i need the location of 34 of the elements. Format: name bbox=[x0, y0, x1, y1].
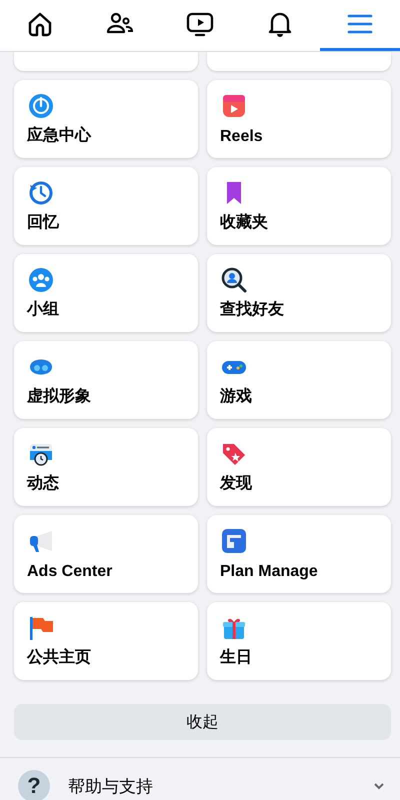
reels-icon bbox=[223, 95, 245, 117]
shortcut-card[interactable]: 生日 bbox=[207, 602, 391, 680]
notifications-icon bbox=[266, 10, 294, 38]
shortcut-card[interactable]: 回忆 bbox=[14, 167, 198, 245]
help-icon: ? bbox=[18, 770, 50, 800]
avatar-icon bbox=[30, 360, 52, 374]
shortcut-card[interactable]: 发现 bbox=[207, 428, 391, 506]
gamepad-icon bbox=[222, 361, 246, 374]
group-icon bbox=[29, 268, 53, 292]
collapse-button[interactable]: 收起 bbox=[14, 704, 391, 740]
shortcut-card[interactable]: Ads Center bbox=[14, 515, 198, 593]
shortcut-card[interactable]: 公共主页 bbox=[14, 602, 198, 680]
shortcut-card[interactable]: 动态 bbox=[14, 428, 198, 506]
shortcut-card[interactable]: Reels bbox=[207, 80, 391, 158]
flag-icon bbox=[30, 617, 53, 640]
feed-clock-icon bbox=[30, 444, 52, 466]
clock-icon bbox=[30, 182, 52, 204]
shortcut-card[interactable]: 游戏 bbox=[207, 341, 391, 419]
shortcut-card[interactable]: 小组 bbox=[14, 254, 198, 332]
video-icon bbox=[186, 10, 214, 38]
home-icon bbox=[26, 10, 54, 38]
gift-icon bbox=[223, 618, 245, 639]
megaphone-icon bbox=[30, 531, 52, 552]
shortcut-card[interactable]: Plan Manage bbox=[207, 515, 391, 593]
help-row[interactable]: ? 帮助与支持 bbox=[0, 758, 400, 800]
bookmark-icon bbox=[227, 182, 241, 204]
shortcut-card[interactable]: 应急中心 bbox=[14, 80, 198, 158]
tag-icon bbox=[223, 444, 245, 465]
shortcut-card[interactable]: 虚拟形象 bbox=[14, 341, 198, 419]
window-icon bbox=[222, 529, 246, 553]
search-person-icon bbox=[222, 268, 246, 292]
power-icon bbox=[29, 94, 53, 118]
shortcut-card[interactable]: 查找好友 bbox=[207, 254, 391, 332]
shortcut-card[interactable]: 收藏夹 bbox=[207, 167, 391, 245]
